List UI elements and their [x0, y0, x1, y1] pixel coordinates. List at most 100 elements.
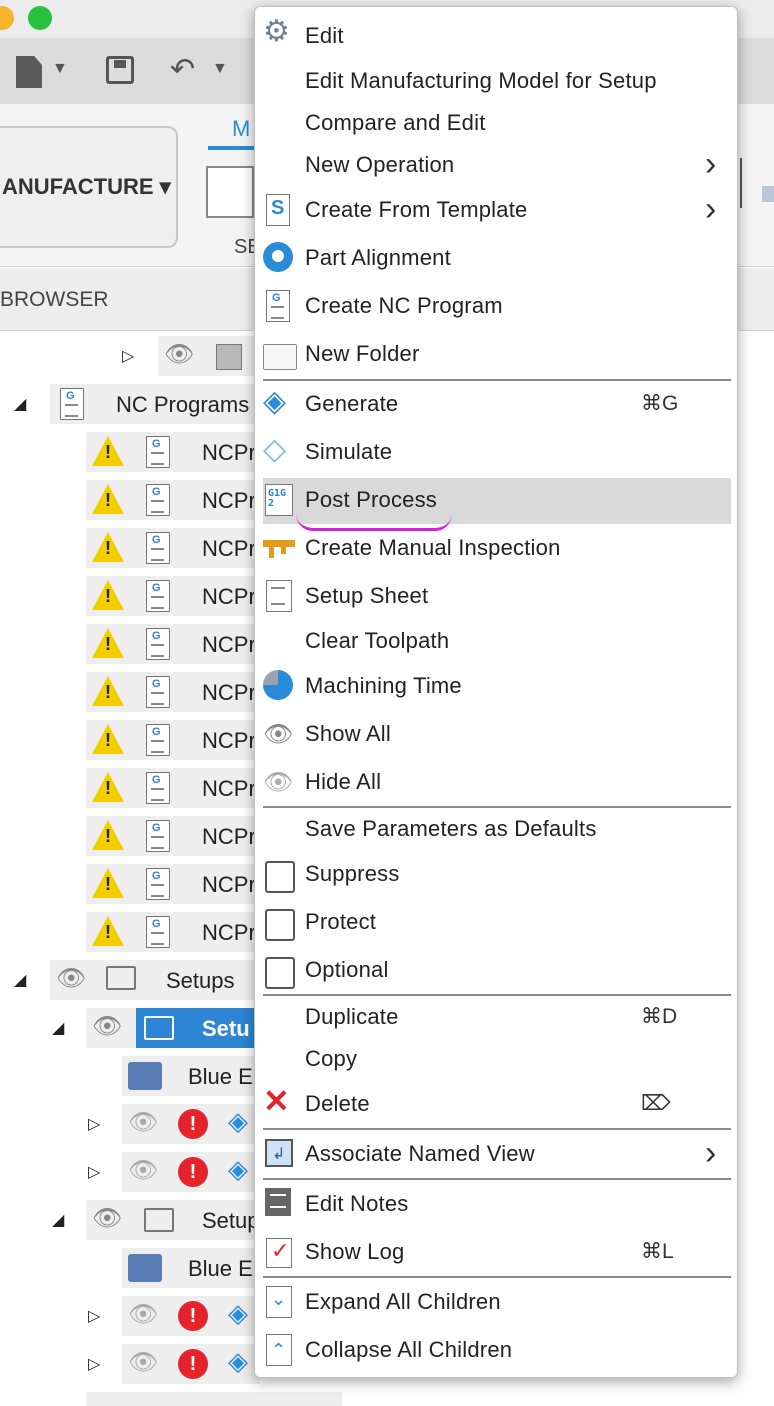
eye-icon[interactable]: 👁 — [164, 340, 194, 369]
menu-item-new-folder[interactable]: New Folder — [255, 332, 739, 378]
warning-icon — [92, 868, 124, 898]
tree-row-nc-program[interactable]: NCPr — [86, 864, 260, 904]
tree-row-operation[interactable]: 👁 ! ◈ — [122, 1344, 260, 1384]
tree-row-setups[interactable]: 👁 Setups — [50, 960, 260, 1000]
zoom-window-icon[interactable] — [28, 6, 52, 30]
tree-row-operation[interactable]: 👁 ! ◈ — [122, 1152, 260, 1192]
tree-row-nc-program[interactable]: NCPr — [86, 480, 260, 520]
tree-row-nc-program[interactable]: NCPr — [86, 624, 260, 664]
menu-item-save-parameters[interactable]: Save Parameters as Defaults — [255, 807, 739, 853]
tree-row-machine[interactable]: Blue E — [122, 1056, 260, 1096]
menu-item-duplicate[interactable]: Duplicate ⌘D — [255, 995, 739, 1041]
collapse-icon: ⌃ — [263, 1334, 293, 1366]
tree-row-nc-program[interactable]: NCPr — [86, 528, 260, 568]
eye-hidden-icon[interactable]: 👁 — [128, 1300, 158, 1329]
checkbox-icon[interactable] — [265, 909, 295, 941]
menu-item-protect[interactable]: Protect — [255, 900, 739, 946]
eye-icon[interactable]: 👁 — [92, 1204, 122, 1233]
menu-item-clear-toolpath[interactable]: Clear Toolpath — [255, 619, 739, 665]
tree-row[interactable]: 👁 — [158, 336, 258, 376]
tree-label: NCPr — [202, 536, 256, 561]
tree-row-nc-program[interactable]: NCPr — [86, 720, 260, 760]
eye-hidden-icon[interactable]: 👁 — [128, 1156, 158, 1185]
menu-item-edit-notes[interactable]: Edit Notes — [255, 1182, 739, 1228]
tree-row-nc-program[interactable]: NCPr — [86, 768, 260, 808]
workspace-switcher-button[interactable]: ANUFACTURE ▾ — [0, 126, 178, 248]
menu-item-suppress[interactable]: Suppress — [255, 852, 739, 898]
chevron-down-icon[interactable]: ▼ — [212, 60, 228, 78]
menu-item-new-operation[interactable]: New Operation › — [255, 143, 739, 189]
ribbon-tool-icon[interactable] — [762, 186, 774, 202]
menu-item-expand-all-children[interactable]: ⌄ Expand All Children — [255, 1280, 739, 1326]
menu-item-hide-all[interactable]: 👁 Hide All — [255, 760, 739, 806]
expand-triangle-icon[interactable]: ▷ — [88, 1114, 100, 1134]
menu-item-machining-time[interactable]: Machining Time — [255, 664, 739, 710]
menu-item-edit[interactable]: ⚙ Edit — [255, 14, 739, 60]
tree-row-nc-program[interactable]: NCPr — [86, 576, 260, 616]
folder-icon — [144, 1016, 174, 1040]
eye-icon[interactable]: 👁 — [56, 964, 86, 993]
eye-hidden-icon[interactable]: 👁 — [128, 1348, 158, 1377]
menu-item-edit-manufacturing-model[interactable]: Edit Manufacturing Model for Setup — [255, 59, 739, 105]
expand-triangle-icon[interactable]: ▷ — [88, 1306, 100, 1326]
menu-item-copy[interactable]: Copy — [255, 1037, 739, 1083]
log-icon: ✓ — [263, 1236, 293, 1268]
tree-row-nc-programs[interactable]: NC Programs — [50, 384, 260, 424]
menu-item-setup-sheet[interactable]: Setup Sheet — [255, 574, 739, 620]
setup-icon[interactable] — [206, 166, 254, 218]
expand-triangle-icon[interactable]: ▷ — [88, 1354, 100, 1374]
tree-row-operation[interactable]: 👁 ! ◈ — [122, 1104, 260, 1144]
undo-icon[interactable]: ↶ — [170, 52, 195, 87]
error-icon: ! — [178, 1157, 208, 1187]
tree-label: NCPr — [202, 920, 256, 945]
menu-item-associate-named-view[interactable]: ↲ Associate Named View › — [255, 1132, 739, 1178]
nc-program-icon — [263, 290, 293, 322]
menu-item-generate[interactable]: ◈ Generate ⌘G — [255, 382, 739, 428]
expand-triangle-icon[interactable]: ▷ — [88, 1162, 100, 1182]
nc-program-icon — [146, 868, 170, 900]
tree-row-nc-program[interactable]: NCPr — [86, 912, 260, 952]
warning-icon — [92, 628, 124, 658]
collapse-triangle-icon[interactable]: ◢ — [52, 1018, 64, 1038]
tree-row-nc-program[interactable]: NCPr — [86, 816, 260, 856]
part-alignment-icon — [263, 242, 293, 274]
tree-row-nc-program[interactable]: NCPr — [86, 432, 260, 472]
menu-item-create-from-template[interactable]: S Create From Template › — [255, 188, 739, 234]
warning-icon — [92, 676, 124, 706]
menu-item-create-manual-inspection[interactable]: Create Manual Inspection — [255, 526, 739, 572]
checkbox-icon[interactable] — [265, 957, 295, 989]
selected-setup[interactable]: Setu — [136, 1008, 260, 1048]
tree-row-operation[interactable]: 👁 ! ◈ — [122, 1296, 260, 1336]
menu-separator — [263, 1128, 731, 1130]
menu-item-part-alignment[interactable]: Part Alignment — [255, 236, 739, 282]
eye-icon[interactable]: 👁 — [92, 1012, 122, 1041]
menu-item-create-nc-program[interactable]: Create NC Program — [255, 284, 739, 330]
tree-row-setup2[interactable]: 👁 Setup — [86, 1200, 260, 1240]
chevron-down-icon[interactable]: ▼ — [52, 60, 68, 78]
collapse-triangle-icon[interactable]: ◢ — [14, 970, 26, 990]
menu-item-show-all[interactable]: 👁 Show All — [255, 712, 739, 758]
menu-item-optional[interactable]: Optional — [255, 948, 739, 994]
warning-icon — [92, 724, 124, 754]
menu-item-simulate[interactable]: ◇ Simulate — [255, 430, 739, 476]
checkbox-icon[interactable] — [265, 861, 295, 893]
minimize-window-icon[interactable] — [0, 6, 14, 30]
tab-milling[interactable]: M — [232, 116, 250, 142]
expand-triangle-icon[interactable]: ▷ — [122, 346, 134, 366]
save-icon[interactable] — [106, 56, 134, 84]
tree-row-machine[interactable]: Blue E — [122, 1248, 260, 1288]
collapse-triangle-icon[interactable]: ◢ — [14, 394, 26, 414]
eye-hidden-icon[interactable]: 👁 — [128, 1108, 158, 1137]
tree-row-nc-program[interactable]: NCPr — [86, 672, 260, 712]
menu-item-collapse-all-children[interactable]: ⌃ Collapse All Children — [255, 1328, 739, 1374]
tree-row-setup1[interactable]: 👁 Setu — [86, 1008, 260, 1048]
tree-label: NCPr — [202, 488, 256, 513]
tree-row[interactable] — [86, 1392, 342, 1406]
operation-icon: ◈ — [228, 1346, 248, 1376]
menu-item-show-log[interactable]: ✓ Show Log ⌘L — [255, 1230, 739, 1276]
file-icon[interactable] — [16, 56, 42, 88]
collapse-triangle-icon[interactable]: ◢ — [52, 1210, 64, 1230]
menu-item-delete[interactable]: ✕ Delete ⌦ — [255, 1082, 739, 1128]
menu-item-compare-and-edit[interactable]: Compare and Edit — [255, 101, 739, 147]
warning-icon — [92, 916, 124, 946]
